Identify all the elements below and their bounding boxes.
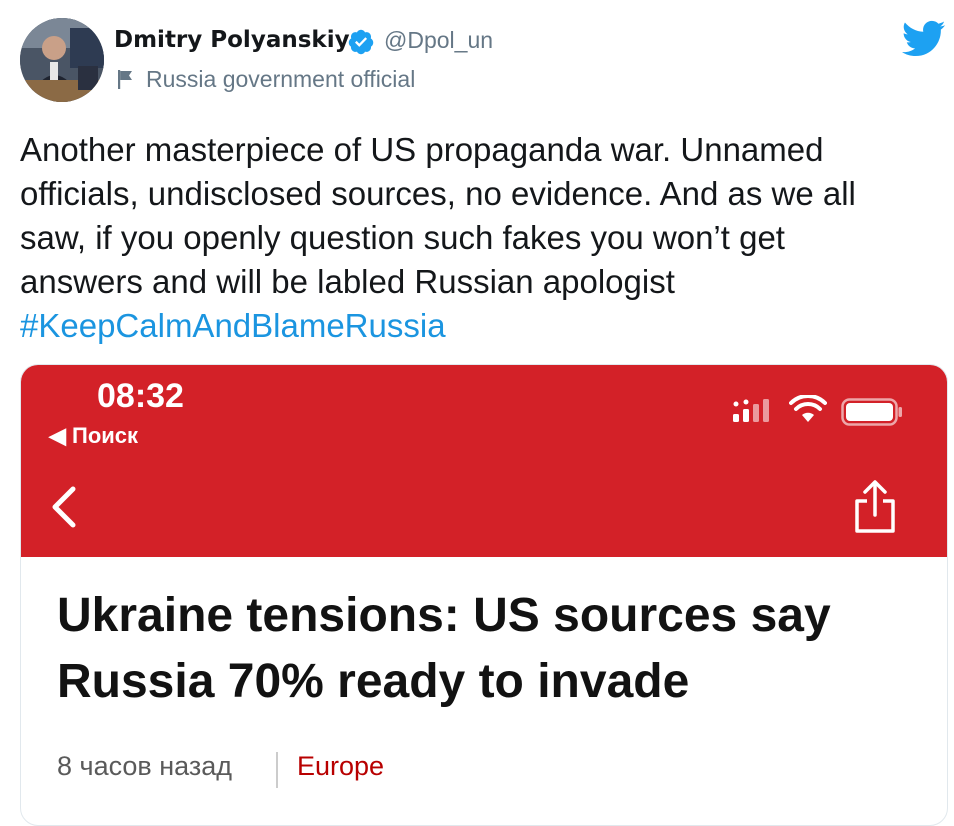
tweet-line: officials, undisclosed sources, no evide… [20, 175, 856, 212]
status-bar-time: 08:32 [97, 377, 184, 415]
government-label[interactable]: Russia government official [146, 66, 415, 93]
headline-line: Russia 70% ready to invade [57, 655, 690, 708]
tweet-line: Another masterpiece of US propaganda war… [20, 131, 824, 168]
cellular-signal-icon [733, 399, 769, 422]
avatar[interactable] [20, 18, 104, 102]
back-to-search-link[interactable]: ◀ Поиск [49, 423, 138, 449]
tweet-line: saw, if you openly question such fakes y… [20, 219, 785, 256]
article-headline: Ukraine tensions: US sources say Russia … [57, 583, 937, 715]
article-category-link[interactable]: Europe [297, 751, 384, 782]
wifi-icon [789, 395, 827, 422]
tweet-text: Another masterpiece of US propaganda war… [20, 128, 930, 348]
article-timestamp: 8 часов назад [57, 751, 233, 781]
hashtag-link[interactable]: #KeepCalmAndBlameRussia [20, 304, 930, 348]
battery-icon [841, 398, 902, 426]
meta-divider [276, 752, 278, 788]
headline-line: Ukraine tensions: US sources say [57, 589, 831, 642]
share-icon[interactable] [853, 479, 897, 535]
author-name[interactable]: Dmitry Polyanskiy [114, 27, 350, 53]
verified-badge-icon [348, 29, 374, 55]
author-handle[interactable]: @Dpol_un [384, 27, 493, 54]
attached-image[interactable]: 08:32 ◀ Поиск Ukraine tensions: US sourc… [20, 364, 948, 826]
flag-icon [118, 70, 132, 89]
tweet-line: answers and will be labled Russian apolo… [20, 263, 675, 300]
twitter-bird-icon[interactable] [902, 20, 946, 58]
chevron-left-icon[interactable] [49, 485, 79, 529]
app-header-bar: 08:32 ◀ Поиск [21, 365, 947, 557]
